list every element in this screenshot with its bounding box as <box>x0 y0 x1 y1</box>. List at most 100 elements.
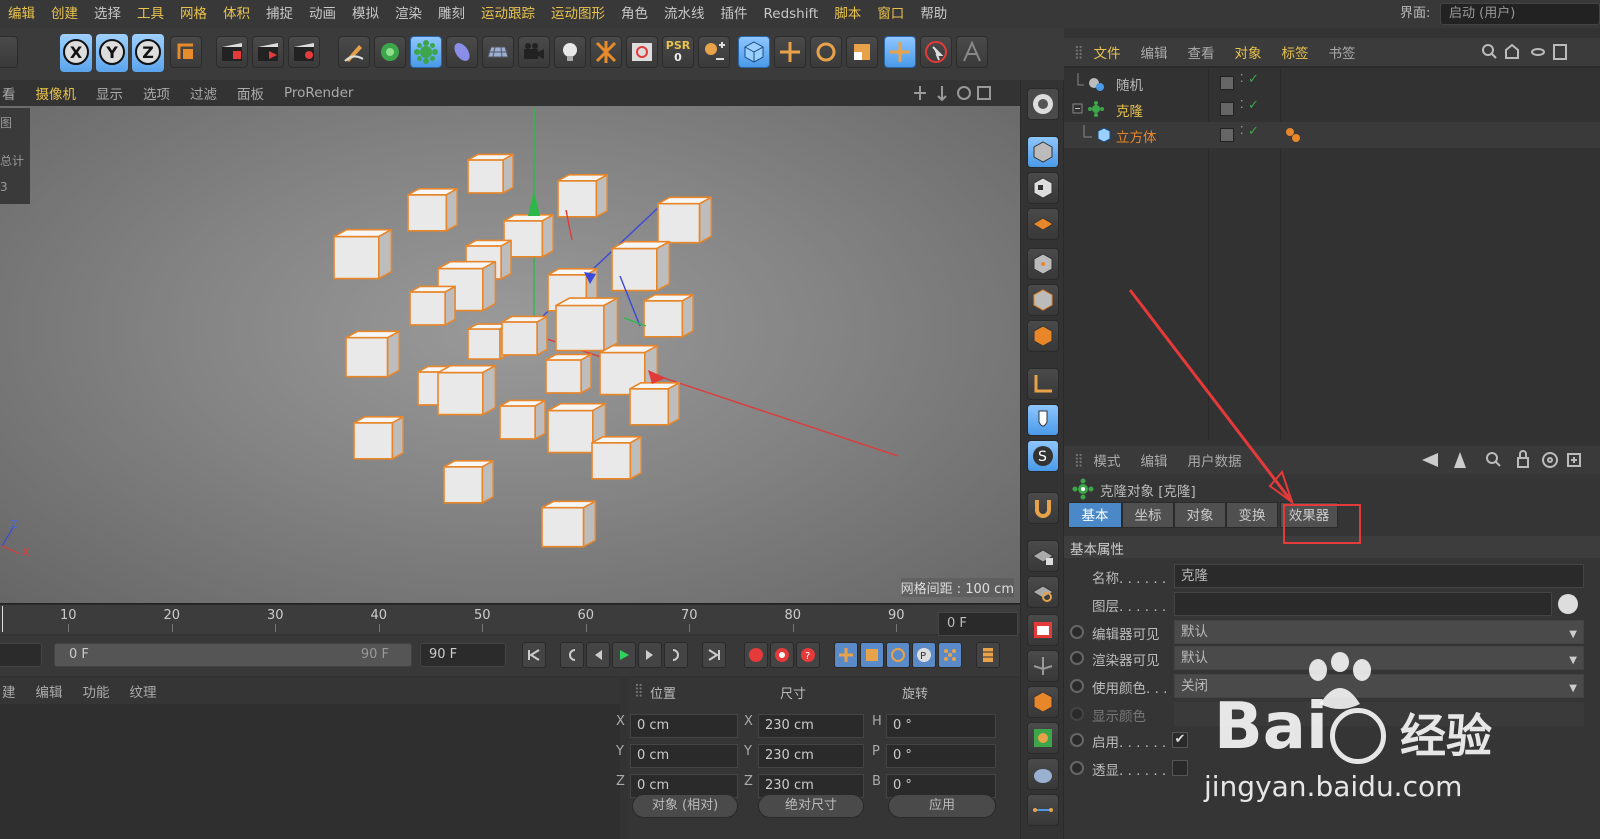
mat-menu-edit[interactable]: 编辑 <box>26 681 73 701</box>
attr-field-0[interactable]: 克隆 <box>1174 564 1584 588</box>
layer-toggle[interactable] <box>1220 128 1234 142</box>
position-field[interactable]: 0 cm <box>630 714 738 738</box>
sculpt-tool-button[interactable] <box>1027 650 1059 682</box>
min-frame-field[interactable] <box>0 643 42 667</box>
effector-button[interactable] <box>590 36 622 68</box>
y-axis-lock-button[interactable]: Y <box>99 39 125 65</box>
viewport-menu-3[interactable]: 选项 <box>133 83 180 103</box>
auto-key-button[interactable] <box>770 642 794 668</box>
key-parameter-button[interactable]: P <box>912 642 936 668</box>
attr-field-4[interactable]: 关闭 ▼ <box>1174 674 1584 698</box>
clone-cube[interactable] <box>409 285 456 326</box>
animate-radio[interactable] <box>1070 761 1084 775</box>
menu-item-8[interactable]: 模拟 <box>344 0 387 28</box>
3d-viewport[interactable]: 网格间距 : 100 cm Z X <box>0 106 1020 604</box>
key-pla-button[interactable] <box>938 642 962 668</box>
menu-item-14[interactable]: 流水线 <box>656 0 713 28</box>
clone-cube[interactable] <box>353 416 404 460</box>
layer-toggle[interactable] <box>1220 76 1234 90</box>
enabled-check-icon[interactable]: ✓ <box>1248 98 1259 113</box>
clone-cube[interactable] <box>591 436 642 480</box>
clone-cube[interactable] <box>443 460 494 504</box>
menu-item-15[interactable]: 插件 <box>713 0 756 28</box>
coord-mode-dropdown[interactable]: 对象 (相对) <box>632 794 738 818</box>
menu-item-4[interactable]: 网格 <box>172 0 215 28</box>
clone-cube[interactable] <box>541 500 597 548</box>
floor-button[interactable] <box>482 36 514 68</box>
layer-toggle[interactable] <box>1220 102 1234 116</box>
mat-menu-function[interactable]: 功能 <box>73 681 120 701</box>
menu-item-7[interactable]: 动画 <box>301 0 344 28</box>
om-menu-2[interactable]: 查看 <box>1178 42 1225 62</box>
size-field[interactable]: 230 cm <box>758 744 864 768</box>
tweak-mode-button[interactable] <box>1027 404 1059 436</box>
frame-range-slider[interactable]: 0 F 90 F <box>54 643 412 667</box>
play-button[interactable] <box>612 642 636 668</box>
menu-item-11[interactable]: 运动跟踪 <box>473 0 543 28</box>
go-to-end-button[interactable] <box>702 642 726 668</box>
scale-tool-button[interactable] <box>846 36 878 68</box>
psr-button[interactable]: PSR 0 <box>662 36 694 68</box>
make-editable-button[interactable] <box>1027 136 1059 168</box>
workplane-mode-button[interactable] <box>1027 208 1059 240</box>
camera-button[interactable] <box>518 36 550 68</box>
menu-item-6[interactable]: 捕捉 <box>258 0 301 28</box>
viewport-menu-5[interactable]: 面板 <box>227 83 274 103</box>
live-select-button[interactable] <box>884 36 916 68</box>
viewport-menu-4[interactable]: 过滤 <box>180 83 227 103</box>
clone-cube[interactable] <box>467 153 514 194</box>
snap-button[interactable]: S <box>1027 440 1059 472</box>
axis-mode-button[interactable] <box>1027 368 1059 400</box>
locked-workplane-button[interactable] <box>698 36 730 68</box>
model-mode-button[interactable] <box>738 36 770 68</box>
clone-cube[interactable] <box>407 188 458 232</box>
rotation-field[interactable]: 0 ° <box>886 714 996 738</box>
cloner-button[interactable] <box>410 36 442 68</box>
om-menu-3[interactable]: 对象 <box>1225 42 1272 62</box>
animate-radio[interactable] <box>1070 707 1084 721</box>
clone-cube[interactable] <box>545 353 592 394</box>
script-button[interactable] <box>1027 722 1059 754</box>
menu-item-2[interactable]: 选择 <box>86 0 129 28</box>
move-tool-button[interactable] <box>774 36 806 68</box>
mat-menu-texture[interactable]: 纹理 <box>120 681 167 701</box>
render-region-button[interactable] <box>1027 614 1059 646</box>
character-tool-button[interactable] <box>956 36 988 68</box>
viewport-menu-6[interactable]: ProRender <box>274 85 363 101</box>
attr-checkbox-6[interactable]: ✔ <box>1172 732 1188 748</box>
timeline-playhead[interactable] <box>2 606 3 632</box>
clone-cube[interactable] <box>499 399 546 440</box>
size-mode-dropdown[interactable]: 绝对尺寸 <box>758 794 864 818</box>
menu-item-17[interactable]: 脚本 <box>826 0 869 28</box>
selection-tool-button[interactable] <box>920 36 952 68</box>
animate-radio[interactable] <box>1070 625 1084 639</box>
viewport-solo-button[interactable] <box>1027 88 1059 120</box>
visibility-dots-icon[interactable]: ⁚ <box>1240 98 1244 111</box>
rotate-tool-button[interactable] <box>810 36 842 68</box>
clone-cube[interactable] <box>345 330 401 378</box>
animate-radio[interactable] <box>1070 733 1084 747</box>
timeline-options-button[interactable] <box>976 642 1000 668</box>
material-manager-area[interactable] <box>0 704 620 839</box>
render-picture-viewer-button[interactable] <box>252 36 284 68</box>
key-scale-button[interactable] <box>860 642 884 668</box>
menu-item-0[interactable]: 编辑 <box>0 0 43 28</box>
om-menu-0[interactable]: 文件 <box>1084 42 1131 62</box>
texture-mode-button[interactable] <box>1027 172 1059 204</box>
undo-button[interactable] <box>0 36 18 68</box>
max-frame-field[interactable]: 90 F <box>420 643 506 667</box>
mat-menu-create[interactable]: 建 <box>0 681 26 701</box>
animate-radio[interactable] <box>1070 679 1084 693</box>
render-view-button[interactable] <box>216 36 248 68</box>
magnet-button[interactable] <box>1027 492 1059 524</box>
layout-select[interactable]: 启动 (用户) <box>1440 3 1600 25</box>
clone-cube[interactable] <box>437 364 497 416</box>
viewport-menu-0[interactable]: 看 <box>0 83 26 103</box>
z-axis-lock-button[interactable]: Z <box>135 39 161 65</box>
prev-frame-button[interactable] <box>586 642 610 668</box>
menu-item-5[interactable]: 体积 <box>215 0 258 28</box>
attr-tab-basic[interactable]: 基本 <box>1068 502 1122 528</box>
om-menu-4[interactable]: 标签 <box>1272 42 1319 62</box>
om-row-cube[interactable]: 立方体 ⁚ ✓ <box>1064 122 1600 148</box>
viewport-menu-1[interactable]: 摄像机 <box>26 83 87 103</box>
